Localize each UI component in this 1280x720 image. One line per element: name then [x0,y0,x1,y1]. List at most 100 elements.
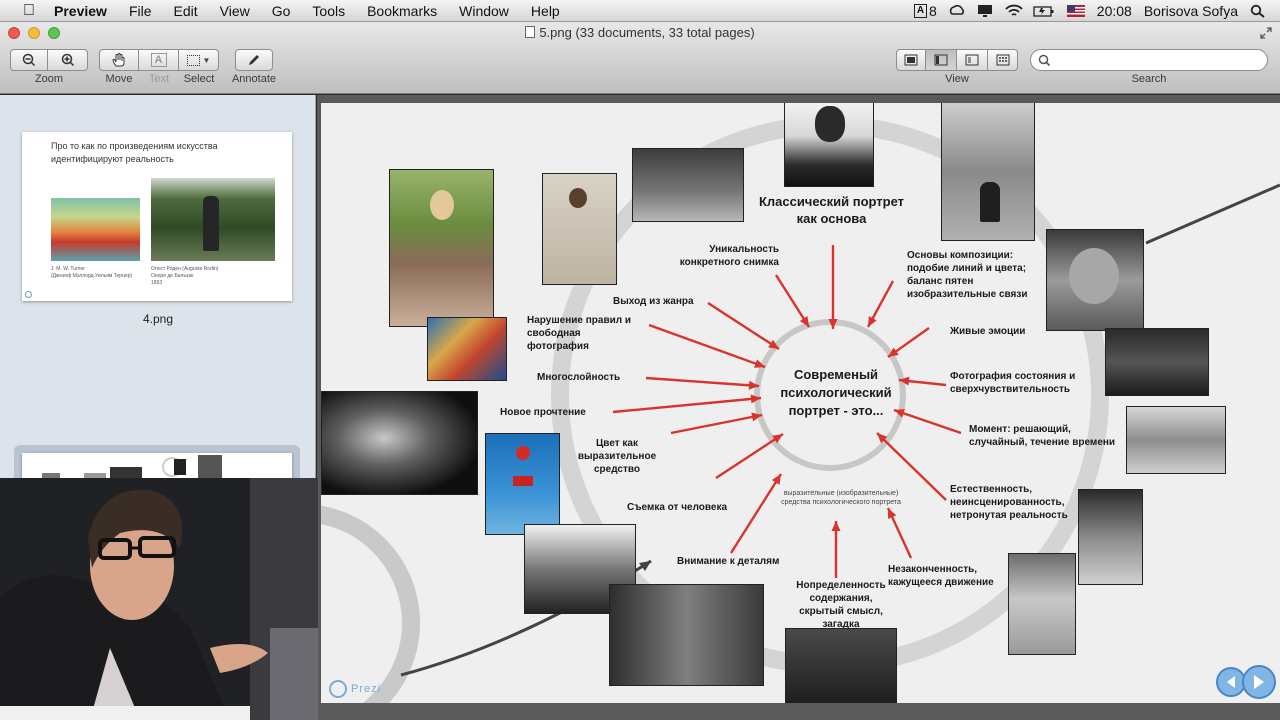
standing-woman-photo [1008,553,1076,655]
select-tool-button[interactable]: ▼ [179,49,219,71]
woman-child-photo [1126,406,1226,474]
sidebar-thumbnails-icon [934,54,948,66]
menu-bookmarks[interactable]: Bookmarks [367,3,437,19]
window-title: 5.png (33 documents, 33 total pages) [0,25,1280,40]
flag-icon[interactable] [1066,4,1085,18]
label-uncertainty: Нопределенность содержания, скрытый смыс… [796,580,886,630]
arrow-right-icon [1254,675,1264,689]
single-page-icon [904,54,918,66]
top-heading: Классический портрет как основа [758,194,905,226]
next-slide-button[interactable] [1242,665,1276,699]
label-genre: Выход из жанра [613,296,694,307]
label-unfinished: Незаконченность, кажущееся движение [888,564,994,588]
label-composition: Основы композиции: подобие линий и цвета… [907,250,1028,300]
creative-cloud-icon[interactable] [949,4,965,18]
input-method-badge: 8 [928,3,937,19]
label-color: Цвет как выразительное средство [577,438,657,475]
crying-child-photo [1046,229,1144,331]
turner-painting-image [51,198,140,261]
view-toc-button[interactable] [957,49,988,71]
thumb-prezi-logo-icon [25,291,32,298]
label-details: Внимание к деталям [677,556,780,567]
fullscreen-icon[interactable] [1260,26,1272,39]
hand-icon [112,53,125,67]
user-name[interactable]: Borisova Sofya [1144,3,1238,19]
label-uniqueness: Уникальность конкретного снимка [679,244,779,268]
thumb-label-4[interactable]: 4.png [0,312,316,326]
input-method-icon[interactable]: A 8 [913,3,937,19]
rodin-sculpture-image [151,178,275,261]
document-canvas[interactable]: Классический портрет как основа Современ… [317,95,1280,720]
annotate-button[interactable] [235,49,273,71]
search-input[interactable] [1057,52,1257,68]
label-state: Фотография состояния и сверхчувствительн… [950,371,1076,395]
zoom-out-button[interactable] [10,49,48,71]
arrow-left-icon [1227,676,1235,688]
menu-tools[interactable]: Tools [312,3,345,19]
label-reading: Новое прочтение [500,407,586,418]
arrow-from-rules-line [648,323,766,369]
giacometti-photo [609,584,764,686]
pencil-icon [249,55,259,65]
text-label: Text [148,73,170,85]
menu-file[interactable]: File [129,3,152,19]
label-person: Съемка от человека [627,502,728,513]
move-tool-button[interactable] [99,49,139,71]
group-party-photo [1105,328,1209,396]
zoom-in-icon [61,53,74,67]
view-content-only-button[interactable] [896,49,926,71]
arrow-from-person-line [715,432,784,480]
slide-page: Классический портрет как основа Современ… [321,103,1280,703]
battery-icon[interactable] [1033,4,1055,18]
reclining-nude-photo [1078,489,1143,585]
thumb-caption-left-2: (Джозеф Мэллорд Уильям Тернер) [51,273,133,279]
view-thumbnails-button[interactable] [926,49,957,71]
status-area: A 8 20:08 Borisova Sofya [913,0,1266,22]
woman-hands-photo [321,391,478,495]
table-of-contents-icon [965,54,979,66]
text-tool-button[interactable]: A [139,49,179,71]
prezi-logo-icon [329,680,347,698]
menu-bar:  Preview File Edit View Go Tools Bookma… [0,0,1280,22]
menu-go[interactable]: Go [272,3,291,19]
zoom-label: Zoom [34,73,64,85]
tool-mode-controls: A ▼ [99,49,219,71]
prezi-logo-text: Prezi [351,683,382,695]
menu-app-name[interactable]: Preview [54,3,107,19]
menu-edit[interactable]: Edit [174,3,198,19]
text-tool-icon: A [150,53,167,67]
label-natural: Естественность, неинсценированность, нет… [950,484,1068,521]
search-field[interactable] [1030,49,1268,71]
move-label: Move [105,73,133,85]
menu-window[interactable]: Window [459,3,509,19]
menu-help[interactable]: Help [531,3,560,19]
view-mode-controls [896,49,1018,71]
arrow-from-reading-line [612,396,762,414]
sub-center-label: выразительные (изобразительные) средства… [781,490,901,506]
red-bikini-photo [485,433,560,535]
prezi-logo: Prezi [329,679,381,699]
document-icon [525,26,536,38]
dancers-painting-photo [427,317,507,381]
thumb-caption-right-2: Оноре де Бальзак [151,273,194,279]
window-title-text: 5.png (33 documents, 33 total pages) [539,25,755,40]
annotate-controls [235,49,273,71]
lying-people-photo [632,148,744,222]
display-icon[interactable] [977,4,993,18]
zoom-out-icon [22,53,36,67]
contact-sheet-icon [996,54,1009,66]
clock[interactable]: 20:08 [1097,3,1132,19]
spotlight-icon[interactable] [1250,4,1266,18]
view-contact-sheet-button[interactable] [988,49,1018,71]
dark-figures-photo [785,628,897,703]
zoom-controls [10,49,88,71]
zoom-in-button[interactable] [48,49,88,71]
page-thumbnail-4[interactable]: Про то как по произведениям искусства ид… [22,132,292,301]
thumb-title: Про то как по произведениям искусства ид… [51,141,218,164]
wifi-icon[interactable] [1005,4,1023,18]
chevron-down-icon: ▼ [202,55,211,65]
menu-view[interactable]: View [220,3,250,19]
search-label: Search [1131,73,1167,85]
apple-menu-icon[interactable]:  [18,0,40,22]
arrow-from-uncertainty-head [831,521,841,531]
